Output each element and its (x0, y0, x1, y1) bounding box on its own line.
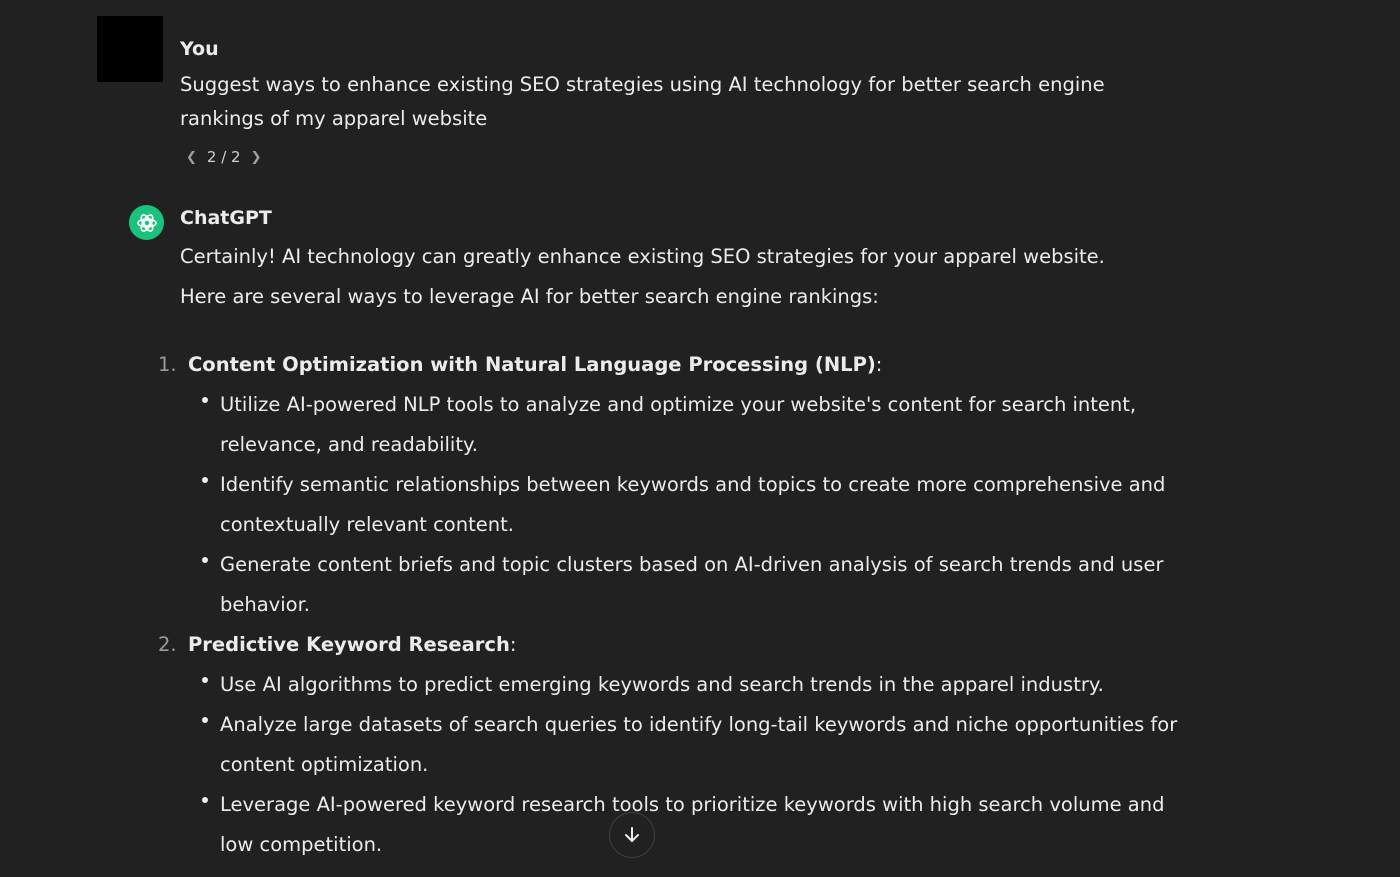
assistant-message-body: Certainly! AI technology can greatly enh… (158, 237, 1180, 865)
list-item: 2. Predictive Keyword Research: Use AI a… (158, 625, 1180, 865)
pager-label: 2 / 2 (206, 148, 241, 166)
bullet-list: Utilize AI-powered NLP tools to analyze … (188, 385, 1180, 625)
list-item: 1. Content Optimization with Natural Lan… (158, 345, 1180, 625)
bullet-list: Use AI algorithms to predict emerging ke… (188, 665, 1180, 865)
assistant-author-name: ChatGPT (180, 207, 272, 229)
chatgpt-logo-icon (129, 205, 164, 240)
arrow-down-icon (625, 827, 639, 842)
bullet-item: Leverage AI-powered keyword research too… (202, 785, 1180, 865)
bullet-item: Analyze large datasets of search queries… (202, 705, 1180, 785)
list-number: 1. (158, 353, 177, 376)
bullet-item: Generate content briefs and topic cluste… (202, 545, 1180, 625)
assistant-intro-line-1: Certainly! AI technology can greatly enh… (180, 245, 1105, 268)
scroll-to-bottom-button[interactable] (609, 812, 655, 858)
bullet-item: Utilize AI-powered NLP tools to analyze … (202, 385, 1180, 465)
bullet-item: Identify semantic relationships between … (202, 465, 1180, 545)
section-heading: Predictive Keyword Research: (188, 625, 1180, 665)
numbered-list: 1. Content Optimization with Natural Lan… (158, 345, 1180, 865)
section-heading-colon: : (509, 633, 517, 656)
chat-thread: You Suggest ways to enhance existing SEO… (0, 0, 1400, 877)
chevron-right-icon[interactable]: ❯ (247, 150, 266, 165)
user-avatar (97, 16, 163, 82)
bullet-item: Use AI algorithms to predict emerging ke… (202, 665, 1180, 705)
user-author-name: You (180, 38, 219, 60)
section-heading-text: Predictive Keyword Research (188, 633, 510, 656)
section-heading: Content Optimization with Natural Langua… (188, 345, 1180, 385)
response-pager: ❮ 2 / 2 ❯ (182, 148, 266, 166)
chevron-left-icon[interactable]: ❮ (182, 150, 201, 165)
user-message-text: Suggest ways to enhance existing SEO str… (180, 73, 1105, 130)
section-heading-colon: : (875, 353, 883, 376)
assistant-intro-line-2: Here are several ways to leverage AI for… (180, 285, 879, 308)
list-number: 2. (158, 633, 177, 656)
section-heading-text: Content Optimization with Natural Langua… (188, 353, 876, 376)
